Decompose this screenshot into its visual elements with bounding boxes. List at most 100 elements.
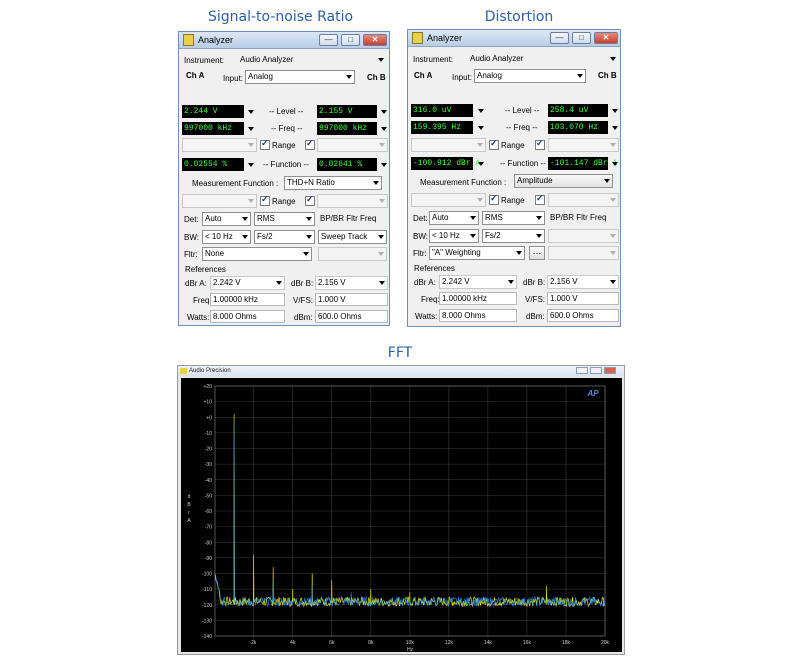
measurement-function-select[interactable]: THD+N Ratio [284, 176, 382, 190]
range2-b-checkbox[interactable] [535, 193, 545, 205]
window-titlebar[interactable]: Analyzer — □ ✕ [408, 30, 620, 47]
dbra-field[interactable]: 2.242 V [210, 276, 285, 290]
freq-label: -- Freq -- [271, 124, 303, 133]
bw-high-select[interactable]: Fs/2 [254, 230, 315, 244]
dbrb-field[interactable]: 2.156 V [315, 276, 388, 290]
chevron-down-icon [516, 251, 522, 255]
bpbr-select[interactable] [548, 229, 619, 243]
function-b-readout: -101.147 dBr A [548, 157, 618, 170]
level-b-unit-dropdown[interactable] [609, 104, 621, 117]
freq-a-unit-dropdown[interactable] [245, 122, 257, 135]
level-a-unit-dropdown[interactable] [475, 104, 487, 117]
close-button[interactable]: ✕ [594, 32, 618, 44]
snr-heading: Signal-to-noise Ratio [207, 9, 354, 25]
fft-maximize-button[interactable] [590, 367, 602, 374]
input-select[interactable]: Analog [474, 69, 586, 83]
fltr-b-select[interactable] [548, 246, 619, 260]
level-b-unit-dropdown[interactable] [378, 105, 390, 118]
range-checkbox[interactable] [260, 138, 270, 150]
dbm-field[interactable]: 600.0 Ohms [315, 310, 388, 323]
function-a-unit-dropdown[interactable] [475, 157, 487, 170]
y-tick-label: -80 [205, 540, 212, 546]
range2-b-checkbox[interactable] [305, 194, 315, 206]
dbrb-field[interactable]: 2.156 V [547, 275, 619, 289]
close-button[interactable]: ✕ [363, 34, 387, 46]
freq-b-unit-dropdown[interactable] [378, 122, 390, 135]
ch-a-label: Ch A [414, 71, 433, 80]
level-a-unit-dropdown[interactable] [245, 105, 257, 118]
instrument-select[interactable]: Audio Analyzer [237, 53, 387, 67]
watts-field[interactable]: 8.000 Ohms [439, 309, 517, 322]
range2-b-select[interactable] [548, 193, 619, 207]
fft-titlebar[interactable]: Audio Precision [178, 366, 624, 376]
range2-checkbox[interactable] [260, 194, 270, 206]
input-value: Analog [477, 71, 502, 80]
fltr-select[interactable]: None [202, 247, 312, 261]
bw-low-select[interactable]: < 10 Hz [202, 230, 251, 244]
fft-chart: +20 +10 +0 -10 -20 -30 -40 -50 -60 -70 -80 -90 -100 -… [187, 384, 609, 653]
maximize-button[interactable]: □ [572, 32, 591, 44]
function-a-unit-dropdown[interactable] [245, 158, 257, 171]
det-type-value: RMS [257, 214, 275, 223]
range2-checkbox[interactable] [489, 193, 499, 205]
measurement-function-value: THD+N Ratio [287, 178, 335, 187]
y-tick-label: -130 [202, 618, 212, 624]
fltr-b-select[interactable] [318, 247, 387, 261]
fltr-label: Fltr: [413, 249, 427, 258]
freq-b-unit-dropdown[interactable] [609, 121, 621, 134]
function-b-readout: 0.02641 % [317, 158, 377, 171]
function-b-unit-dropdown[interactable] [609, 157, 621, 170]
function-a-readout: -100.912 dBr A [411, 157, 481, 170]
dbra-field[interactable]: 2.242 V [439, 275, 517, 289]
bw-high-value: Fs/2 [485, 231, 501, 240]
bw-high-select[interactable]: Fs/2 [482, 229, 545, 243]
freq-b-readout: 103.070 Hz [548, 121, 608, 134]
freq-ref-field[interactable]: 1.00000 kHz [439, 292, 517, 305]
vfs-field[interactable]: 1.000 V [547, 292, 619, 305]
measurement-function-select[interactable]: Amplitude [514, 174, 613, 188]
more-options-button[interactable]: … [529, 246, 545, 260]
range-checkbox[interactable] [489, 138, 499, 150]
freq-a-unit-dropdown[interactable] [475, 121, 487, 134]
freq-ref-label: Freq: [193, 296, 212, 305]
range-a-select[interactable] [411, 138, 486, 152]
fft-minimize-button[interactable] [576, 367, 588, 374]
y-axis-label-char: A [187, 518, 191, 524]
maximize-button[interactable]: □ [341, 34, 360, 46]
range-b-select[interactable] [548, 138, 619, 152]
range2-a-select[interactable] [411, 193, 486, 207]
det-type-select[interactable]: RMS [254, 212, 315, 226]
range-b-checkbox[interactable] [305, 138, 315, 150]
det-select[interactable]: Auto [429, 211, 479, 225]
instrument-select[interactable]: Audio Analyzer [467, 52, 619, 66]
window-titlebar[interactable]: Analyzer — □ ✕ [179, 32, 389, 49]
range2-b-select[interactable] [317, 194, 388, 208]
range2-a-select[interactable] [182, 194, 257, 208]
dbrb-label: dBr B: [291, 279, 314, 288]
chevron-down-icon [276, 281, 282, 285]
fltr-select[interactable]: "A" Weighting [429, 246, 525, 260]
function-b-unit-dropdown[interactable] [378, 158, 390, 171]
det-type-select[interactable]: RMS [482, 211, 545, 225]
det-select[interactable]: Auto [202, 212, 251, 226]
range-a-select[interactable] [182, 138, 257, 152]
range-b-select[interactable] [317, 138, 388, 152]
chevron-down-icon [477, 198, 483, 202]
bpbr-select[interactable]: Sweep Track [318, 230, 387, 244]
freq-a-readout: 159.395 Hz [411, 121, 473, 134]
fltr-value: "A" Weighting [432, 248, 481, 257]
fft-close-button[interactable] [604, 367, 616, 374]
minimize-button[interactable]: — [319, 34, 338, 46]
minimize-button[interactable]: — [550, 32, 569, 44]
vfs-field[interactable]: 1.000 V [315, 293, 388, 306]
freq-ref-field[interactable]: 1.00000 kHz [210, 293, 285, 306]
bw-low-select[interactable]: < 10 Hz [429, 229, 479, 243]
range-b-checkbox[interactable] [535, 138, 545, 150]
y-tick-label: -90 [205, 556, 212, 562]
dbm-field[interactable]: 600.0 Ohms [547, 309, 619, 322]
y-tick-label: -120 [202, 603, 212, 609]
input-select[interactable]: Analog [245, 70, 355, 84]
watts-field[interactable]: 8.000 Ohms [210, 310, 285, 323]
analyzer-app-icon [412, 32, 423, 44]
function-label: -- Function -- [500, 159, 546, 168]
